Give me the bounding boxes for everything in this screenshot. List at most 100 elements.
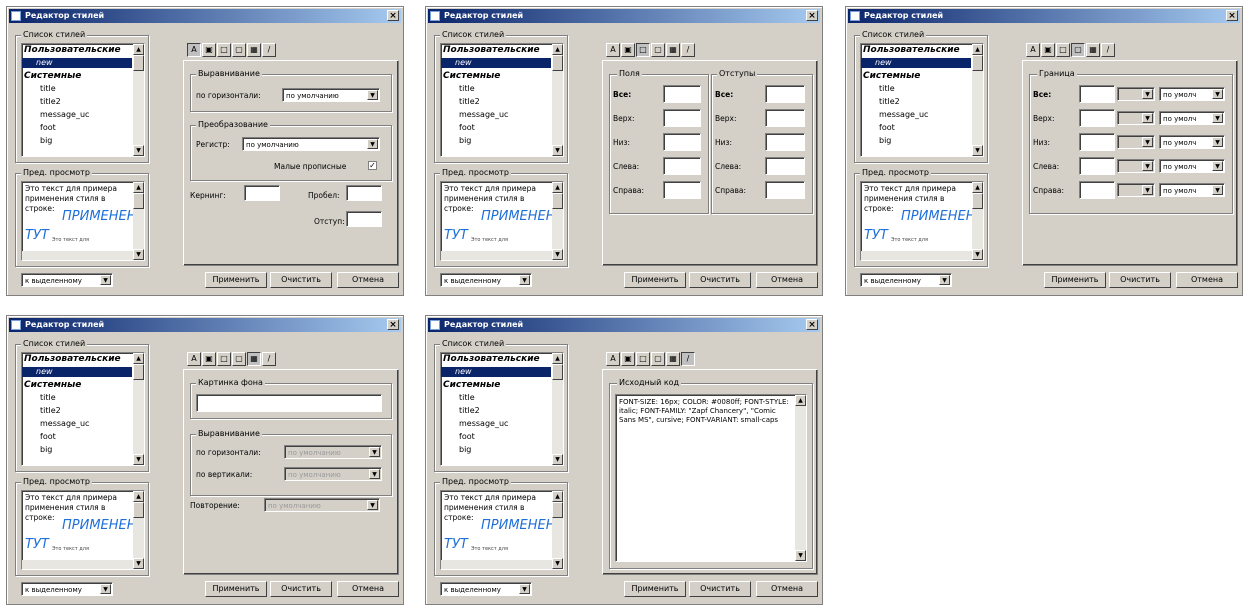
offset-input[interactable] <box>765 157 805 175</box>
smallcaps-checkbox[interactable]: ✓ <box>368 161 377 170</box>
apply-button[interactable]: Применить <box>624 272 686 288</box>
preview-hscrollbar[interactable] <box>441 560 552 569</box>
scroll-down-icon[interactable]: ▼ <box>972 249 983 260</box>
scroll-down-icon[interactable]: ▼ <box>133 558 144 569</box>
border-width-input[interactable] <box>1079 181 1115 199</box>
chevron-down-icon[interactable]: ▼ <box>1142 113 1153 123</box>
apply-to-select[interactable]: к выделенному ▼ <box>440 273 532 287</box>
border-style-select[interactable]: по умолч ▼ <box>1159 159 1225 173</box>
preview-hscrollbar[interactable] <box>22 560 133 569</box>
tab-frame-icon[interactable]: ▢ <box>1071 43 1085 57</box>
scroll-thumb[interactable] <box>133 193 144 209</box>
scroll-down-icon[interactable]: ▼ <box>552 249 563 260</box>
tab-text-icon[interactable]: A <box>187 43 201 57</box>
border-color-select[interactable]: ▼ <box>1117 135 1155 149</box>
style-list-item[interactable]: Системные <box>24 380 81 390</box>
style-list-item[interactable]: foot <box>40 123 56 133</box>
border-style-select[interactable]: по умолч ▼ <box>1159 111 1225 125</box>
scroll-down-icon[interactable]: ▼ <box>795 550 806 561</box>
apply-to-select[interactable]: к выделенному ▼ <box>440 582 532 596</box>
tab-source-icon[interactable]: / <box>681 352 695 366</box>
tab-border-icon[interactable]: □ <box>636 43 650 57</box>
preview-hscrollbar[interactable] <box>861 251 972 260</box>
style-list-item[interactable]: title2 <box>40 406 61 416</box>
tab-box-icon[interactable]: ▣ <box>202 43 216 57</box>
preview-scrollbar[interactable]: ▲ ▼ <box>552 182 563 260</box>
spacing-input[interactable] <box>346 185 382 201</box>
cancel-button[interactable]: Отмена <box>337 581 399 597</box>
offset-input[interactable] <box>765 133 805 151</box>
border-style-select[interactable]: по умолч ▼ <box>1159 87 1225 101</box>
preview-scrollbar[interactable]: ▲ ▼ <box>133 182 144 260</box>
tab-source-icon[interactable]: / <box>1101 43 1115 57</box>
scroll-thumb[interactable] <box>133 55 144 71</box>
tab-border-icon[interactable]: □ <box>1056 43 1070 57</box>
scroll-up-icon[interactable]: ▲ <box>795 395 806 406</box>
styles-listbox[interactable]: Пользовательские new Системные title title2 m… <box>21 43 145 157</box>
tab-border-icon[interactable]: □ <box>217 43 231 57</box>
tab-background-icon[interactable]: ▦ <box>666 352 680 366</box>
tab-source-icon[interactable]: / <box>681 43 695 57</box>
scroll-down-icon[interactable]: ▼ <box>972 145 983 156</box>
style-list-item[interactable]: title <box>879 84 895 94</box>
field-input[interactable] <box>663 109 701 127</box>
style-list-item[interactable]: new <box>861 58 971 68</box>
cancel-button[interactable]: Отмена <box>756 272 818 288</box>
styles-listbox[interactable]: Пользовательские new Системные title title2 m… <box>21 352 145 466</box>
scroll-down-icon[interactable]: ▼ <box>552 454 563 465</box>
chevron-down-icon[interactable]: ▼ <box>100 275 111 285</box>
scroll-up-icon[interactable]: ▲ <box>133 491 144 502</box>
style-list-item[interactable]: message_uc <box>459 110 508 120</box>
field-input[interactable] <box>663 133 701 151</box>
scroll-down-icon[interactable]: ▼ <box>552 558 563 569</box>
scroll-thumb[interactable] <box>133 364 144 380</box>
tab-border-icon[interactable]: □ <box>217 352 231 366</box>
style-list-item[interactable]: foot <box>459 123 475 133</box>
border-width-input[interactable] <box>1079 85 1115 103</box>
apply-button[interactable]: Применить <box>1044 272 1106 288</box>
source-textarea[interactable]: FONT-SIZE: 16px; COLOR: #0080ff; FONT-ST… <box>615 394 807 562</box>
cancel-button[interactable]: Отмена <box>756 581 818 597</box>
close-icon[interactable]: × <box>387 319 399 330</box>
indent-input[interactable] <box>346 211 382 227</box>
styles-scrollbar[interactable]: ▲ ▼ <box>133 44 144 156</box>
styles-scrollbar[interactable]: ▲ ▼ <box>552 353 563 465</box>
scroll-down-icon[interactable]: ▼ <box>133 454 144 465</box>
close-icon[interactable]: × <box>806 10 818 21</box>
chevron-down-icon[interactable]: ▼ <box>367 139 378 149</box>
apply-to-select[interactable]: к выделенному ▼ <box>21 273 113 287</box>
style-list-item[interactable]: title <box>459 84 475 94</box>
close-icon[interactable]: × <box>1226 10 1238 21</box>
field-input[interactable] <box>663 85 701 103</box>
tab-background-icon[interactable]: ▦ <box>1086 43 1100 57</box>
style-list-item[interactable]: new <box>441 58 551 68</box>
chevron-down-icon[interactable]: ▼ <box>1212 137 1223 147</box>
apply-button[interactable]: Применить <box>205 272 267 288</box>
tab-box-icon[interactable]: ▣ <box>1041 43 1055 57</box>
field-input[interactable] <box>663 157 701 175</box>
style-list-item[interactable]: Системные <box>443 380 500 390</box>
style-list-item[interactable]: big <box>40 136 52 146</box>
style-list-item[interactable]: Пользовательские <box>24 354 121 364</box>
style-list-item[interactable]: new <box>441 367 551 377</box>
tab-background-icon[interactable]: ▦ <box>666 43 680 57</box>
offset-input[interactable] <box>765 109 805 127</box>
styles-listbox[interactable]: Пользовательские new Системные title title2 m… <box>440 43 564 157</box>
style-list-item[interactable]: foot <box>459 432 475 442</box>
style-list-item[interactable]: Пользовательские <box>24 45 121 55</box>
border-style-select[interactable]: по умолч ▼ <box>1159 183 1225 197</box>
style-list-item[interactable]: message_uc <box>879 110 928 120</box>
border-color-select[interactable]: ▼ <box>1117 111 1155 125</box>
tab-frame-icon[interactable]: ▢ <box>651 43 665 57</box>
scroll-thumb[interactable] <box>552 502 563 518</box>
scroll-up-icon[interactable]: ▲ <box>972 182 983 193</box>
scroll-up-icon[interactable]: ▲ <box>133 353 144 364</box>
apply-button[interactable]: Применить <box>205 581 267 597</box>
clear-button[interactable]: Очистить <box>689 581 751 597</box>
bg-image-input[interactable] <box>196 394 382 412</box>
style-list-item[interactable]: title2 <box>879 97 900 107</box>
style-list-item[interactable]: title <box>459 393 475 403</box>
scroll-up-icon[interactable]: ▲ <box>133 182 144 193</box>
kerning-input[interactable] <box>244 185 280 201</box>
clear-button[interactable]: Очистить <box>1109 272 1171 288</box>
